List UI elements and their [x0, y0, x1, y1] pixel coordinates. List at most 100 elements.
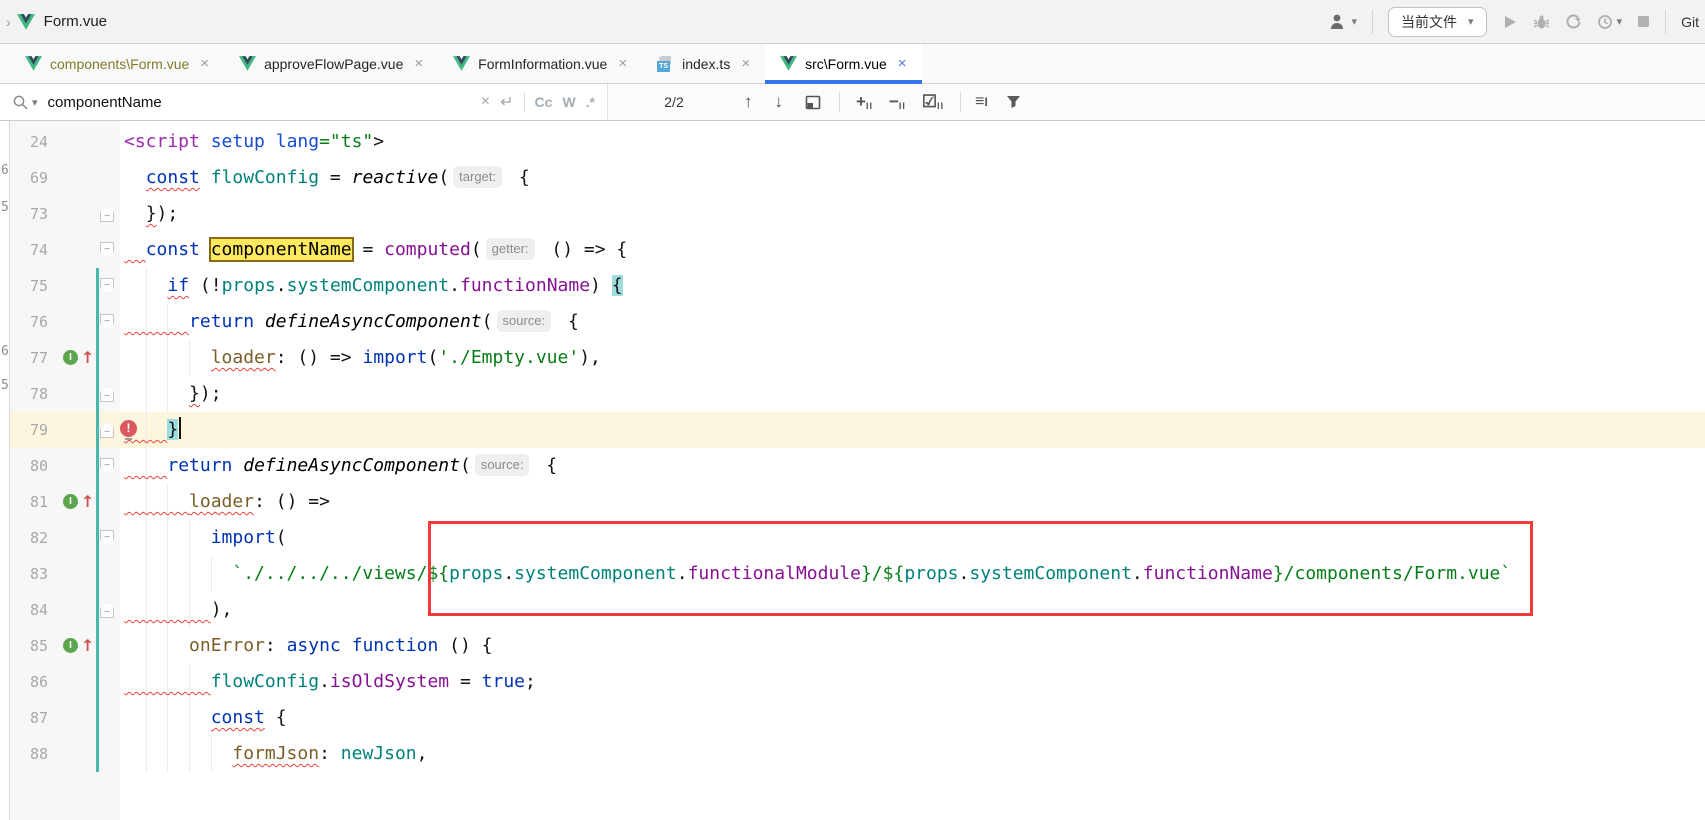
code-text[interactable]: loader: () => import('./Empty.vue'), [124, 340, 601, 376]
previous-match-button[interactable]: ↑ [744, 92, 753, 112]
line-number[interactable]: 81 [10, 484, 48, 520]
code-text[interactable]: ), [124, 592, 232, 628]
debug-icon[interactable] [1533, 14, 1550, 30]
code-line[interactable]: 79−! } [0, 412, 1705, 448]
run-with-coverage-icon[interactable] [1565, 14, 1582, 30]
code-text[interactable]: const componentName = computed(getter: (… [124, 232, 627, 268]
implementation-gutter-icon[interactable]: I [63, 638, 78, 653]
next-match-button[interactable]: ↓ [775, 92, 784, 112]
code-line[interactable]: 75 − if (!props.systemComponent.functionN… [0, 268, 1705, 304]
line-number[interactable]: 84 [10, 592, 48, 628]
tab-approveflowpage-vue[interactable]: approveFlowPage.vue× [224, 44, 438, 83]
fold-marker-icon[interactable]: − [100, 458, 114, 474]
code-text[interactable]: `./../../../views/${props.systemComponen… [124, 556, 1511, 592]
line-number[interactable]: 85 [10, 628, 48, 664]
profiler-icon[interactable]: ▾ [1597, 14, 1623, 30]
implementation-gutter-icon[interactable]: I [63, 494, 78, 509]
run-configuration-dropdown[interactable]: 当前文件 ▾ [1388, 7, 1487, 37]
line-number[interactable]: 69 [10, 160, 48, 196]
fold-marker-icon[interactable]: − [100, 314, 114, 330]
code-text[interactable]: return defineAsyncComponent(source: { [124, 448, 557, 484]
line-number[interactable]: 87 [10, 700, 48, 736]
stop-icon[interactable] [1637, 15, 1650, 28]
tab-src-form-vue[interactable]: src\Form.vue× [765, 44, 921, 83]
code-text[interactable]: <script setup lang="ts"> [124, 124, 384, 160]
fold-marker-icon[interactable]: − [100, 278, 114, 294]
code-editor[interactable]: 24<script setup lang="ts">69 const flowC… [0, 121, 1705, 820]
code-text[interactable]: if (!props.systemComponent.functionName)… [124, 268, 623, 304]
code-line[interactable]: 87 const { [0, 700, 1705, 736]
code-line[interactable]: 88 formJson: newJson, [0, 736, 1705, 772]
line-number[interactable]: 86 [10, 664, 48, 700]
code-text[interactable]: return defineAsyncComponent(source: { [124, 304, 579, 340]
fold-marker-icon[interactable]: − [100, 530, 114, 546]
line-number[interactable]: 83 [10, 556, 48, 592]
tab-forminformation-vue[interactable]: FormInformation.vue× [438, 44, 642, 83]
code-text[interactable]: }); [124, 376, 222, 412]
line-number[interactable]: 24 [10, 124, 48, 160]
code-line[interactable]: 76 − return defineAsyncComponent(source: … [0, 304, 1705, 340]
line-number[interactable]: 73 [10, 196, 48, 232]
code-line[interactable]: 80 − return defineAsyncComponent(source: … [0, 448, 1705, 484]
code-line[interactable]: 74 − const componentName = computed(gette… [0, 232, 1705, 268]
user-account-icon[interactable]: ▾ [1329, 13, 1358, 30]
match-case-toggle[interactable]: Cc [535, 94, 553, 110]
add-occurrence-button[interactable]: +II [856, 92, 873, 112]
fold-marker-icon[interactable]: − [100, 242, 114, 258]
fold-marker-icon[interactable]: − [100, 602, 114, 618]
code-text[interactable]: const flowConfig = reactive(target: { [124, 160, 530, 196]
fold-marker-icon[interactable]: − [100, 422, 114, 438]
line-number[interactable]: 88 [10, 736, 48, 772]
line-number[interactable]: 77 [10, 340, 48, 376]
select-all-occurrences-button[interactable]: ☑II [922, 92, 944, 112]
fold-marker-icon[interactable]: − [100, 386, 114, 402]
close-icon[interactable]: × [741, 55, 750, 72]
line-number[interactable]: 75 [10, 268, 48, 304]
search-field[interactable]: ▾ componentName × ↵ Cc W .* [0, 84, 608, 120]
tab-components-form-vue[interactable]: components\Form.vue× [10, 44, 224, 83]
close-icon[interactable]: × [200, 55, 209, 72]
code-text[interactable]: import( [124, 520, 287, 556]
filter-results-icon[interactable] [1006, 95, 1021, 109]
code-line[interactable]: 69 const flowConfig = reactive(target: { [0, 160, 1705, 196]
code-line[interactable]: 81I↑ loader: () => [0, 484, 1705, 520]
code-line[interactable]: 82 − import( [0, 520, 1705, 556]
line-number[interactable]: 82 [10, 520, 48, 556]
line-number[interactable]: 74 [10, 232, 48, 268]
code-text[interactable]: formJson: newJson, [124, 736, 427, 772]
close-icon[interactable]: × [414, 55, 423, 72]
code-text[interactable]: onError: async function () { [124, 628, 493, 664]
whole-words-toggle[interactable]: W [562, 94, 575, 110]
regex-toggle[interactable]: .* [586, 94, 595, 110]
close-icon[interactable]: × [898, 55, 907, 72]
line-number[interactable]: 79 [10, 412, 48, 448]
search-icon[interactable]: ▾ [12, 94, 38, 111]
tab-index-ts[interactable]: TSindex.ts× [642, 44, 765, 83]
line-number[interactable]: 76 [10, 304, 48, 340]
implementation-gutter-icon[interactable]: I [63, 350, 78, 365]
remove-occurrence-button[interactable]: −II [889, 92, 906, 112]
code-text[interactable]: flowConfig.isOldSystem = true; [124, 664, 536, 700]
search-input[interactable]: componentName [48, 94, 471, 111]
search-lines-icon[interactable]: ≡I [975, 93, 988, 111]
code-line[interactable]: 78 − }); [0, 376, 1705, 412]
code-line[interactable]: 84 − ), [0, 592, 1705, 628]
clear-search-icon[interactable]: × [481, 93, 490, 111]
code-line[interactable]: 85I↑ onError: async function () { [0, 628, 1705, 664]
open-in-find-window-button[interactable] [805, 95, 821, 110]
git-menu[interactable]: Git [1681, 14, 1699, 30]
line-number[interactable]: 78 [10, 376, 48, 412]
run-icon[interactable] [1502, 14, 1518, 30]
fold-marker-icon[interactable]: − [100, 206, 114, 222]
code-text[interactable]: loader: () => [124, 484, 330, 520]
code-line[interactable]: 86 flowConfig.isOldSystem = true; [0, 664, 1705, 700]
code-text[interactable]: const { [124, 700, 287, 736]
code-line[interactable]: 24 <script setup lang="ts"> [0, 124, 1705, 160]
code-text[interactable]: }); [124, 196, 178, 232]
close-icon[interactable]: × [618, 55, 627, 72]
line-number[interactable]: 80 [10, 448, 48, 484]
code-line[interactable]: 77I↑ loader: () => import('./Empty.vue')… [0, 340, 1705, 376]
error-intention-icon[interactable]: ! [120, 420, 137, 437]
insert-newline-icon[interactable]: ↵ [500, 92, 513, 112]
code-line[interactable]: 83 `./../../../views/${props.systemCompo… [0, 556, 1705, 592]
